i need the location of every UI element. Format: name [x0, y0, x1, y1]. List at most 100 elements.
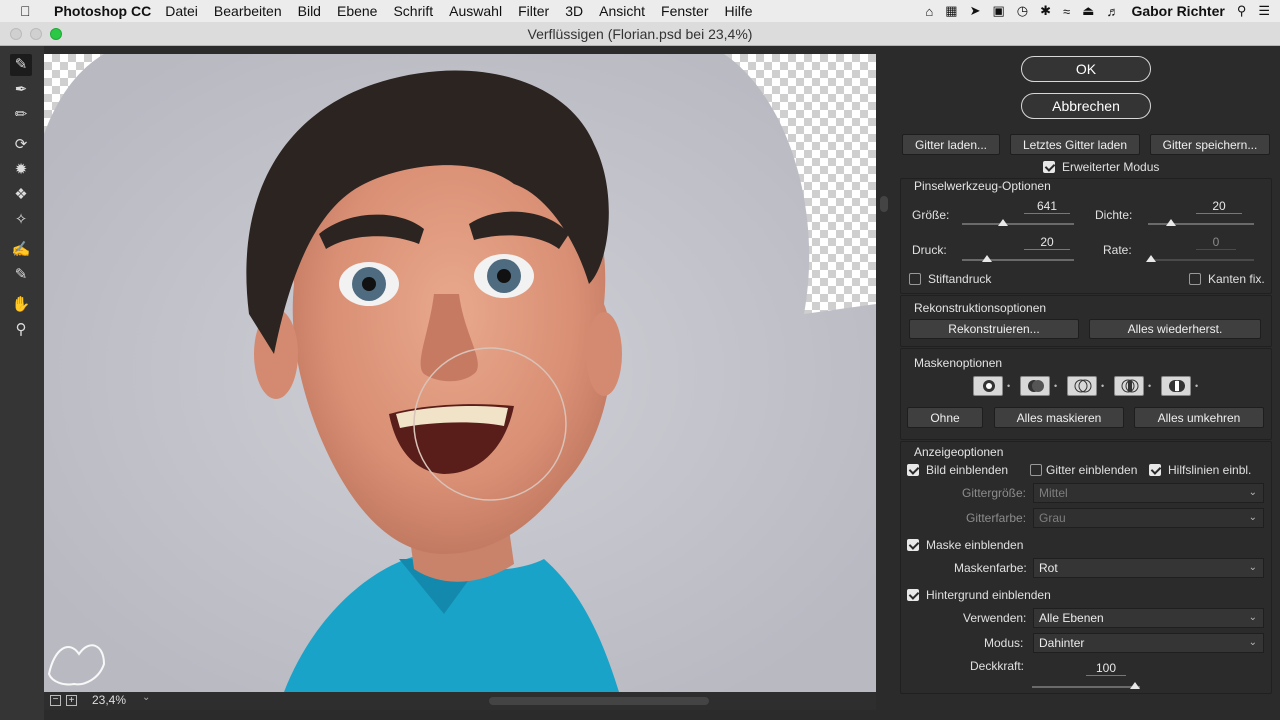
zoom-tool-icon[interactable]: ⚲ [10, 319, 32, 341]
window-close-button[interactable] [10, 28, 22, 40]
density-slider-track[interactable] [1148, 223, 1254, 225]
menu-edit[interactable]: Bearbeiten [214, 3, 282, 19]
size-label: Größe: [912, 208, 950, 222]
spotlight-search-icon[interactable]: ⚲ [1237, 3, 1247, 19]
mask-invert-dropdown-icon[interactable]: • [1195, 381, 1198, 391]
mask-add-button[interactable] [1020, 376, 1050, 396]
rate-value[interactable]: 0 [1196, 235, 1236, 250]
invert-all-button[interactable]: Alles umkehren [1134, 407, 1264, 428]
mask-invert-button[interactable] [1161, 376, 1191, 396]
advanced-mode-checkbox[interactable] [1043, 161, 1055, 173]
bluetooth-icon[interactable]: ✱ [1040, 3, 1051, 19]
grid-icon[interactable]: ▦ [945, 3, 957, 19]
show-mask-checkbox[interactable] [907, 539, 919, 551]
rate-slider-thumb[interactable] [1146, 255, 1156, 262]
reconstruct-tool-icon[interactable]: ✒ [10, 79, 32, 101]
pressure-value[interactable]: 20 [1024, 235, 1070, 250]
menu-window[interactable]: Fenster [661, 3, 708, 19]
wifi-icon[interactable]: ≈ [1063, 4, 1070, 19]
liquify-canvas[interactable] [44, 54, 876, 692]
mesh-color-select[interactable]: Grau ⌄ [1033, 508, 1264, 528]
show-image-checkbox[interactable] [907, 464, 919, 476]
window-minimize-button[interactable] [30, 28, 42, 40]
size-slider-thumb[interactable] [998, 219, 1008, 226]
send-icon[interactable]: ➤ [970, 3, 981, 19]
twirl-tool-icon[interactable]: ⟳ [10, 134, 32, 156]
show-guides-checkbox[interactable] [1149, 464, 1161, 476]
mask-color-select[interactable]: Rot ⌄ [1033, 558, 1264, 578]
mask-add-dropdown-icon[interactable]: • [1054, 381, 1057, 391]
zoom-in-icon[interactable]: + [66, 695, 77, 706]
use-select[interactable]: Alle Ebenen ⌄ [1033, 608, 1264, 628]
menu-image[interactable]: Bild [298, 3, 321, 19]
push-left-tool-icon[interactable]: ✧ [10, 209, 32, 231]
vertical-scrollbar[interactable] [880, 196, 888, 212]
mask-none-button[interactable]: Ohne [907, 407, 983, 428]
menu-filter[interactable]: Filter [518, 3, 549, 19]
mask-subtract-dropdown-icon[interactable]: • [1101, 381, 1104, 391]
pressure-slider-track[interactable] [962, 259, 1074, 261]
window-zoom-button[interactable] [50, 28, 62, 40]
menu-help[interactable]: Hilfe [725, 3, 753, 19]
mask-replace-button[interactable] [973, 376, 1003, 396]
mask-color-label: Maskenfarbe: [954, 561, 1027, 575]
menu-file[interactable]: Datei [165, 3, 198, 19]
user-name[interactable]: Gabor Richter [1131, 3, 1224, 19]
pressure-slider-thumb[interactable] [982, 255, 992, 262]
load-last-mesh-button[interactable]: Letztes Gitter laden [1010, 134, 1140, 155]
restore-all-button[interactable]: Alles wiederherst. [1089, 319, 1261, 339]
size-value[interactable]: 641 [1024, 199, 1070, 214]
mask-subtract-button[interactable] [1067, 376, 1097, 396]
load-mesh-button[interactable]: Gitter laden... [902, 134, 1000, 155]
show-backdrop-checkbox[interactable] [907, 589, 919, 601]
time-machine-icon[interactable]: ◷ [1017, 3, 1028, 19]
thaw-mask-tool-icon[interactable]: ✎ [10, 264, 32, 286]
menu-app-name[interactable]: Photoshop CC [54, 3, 151, 19]
menu-view[interactable]: Ansicht [599, 3, 645, 19]
eject-icon[interactable]: ⏏ [1082, 3, 1094, 19]
hand-tool-icon[interactable]: ✋ [10, 294, 32, 316]
density-slider-thumb[interactable] [1166, 219, 1176, 226]
home-icon[interactable]: ⌂ [925, 4, 933, 19]
monitor-icon[interactable]: ▣ [992, 3, 1004, 19]
canvas-image[interactable] [44, 54, 876, 692]
opacity-slider-thumb[interactable] [1130, 682, 1140, 689]
bloat-tool-icon[interactable]: ❖ [10, 184, 32, 206]
mesh-color-value: Grau [1039, 511, 1066, 525]
pin-edges-checkbox[interactable] [1189, 273, 1201, 285]
mode-select[interactable]: Dahinter ⌄ [1033, 633, 1264, 653]
horizontal-scrollbar[interactable] [489, 697, 709, 705]
rate-label: Rate: [1103, 243, 1132, 257]
freeze-mask-tool-icon[interactable]: ✍ [10, 239, 32, 261]
pucker-tool-icon[interactable]: ✹ [10, 159, 32, 181]
volume-icon[interactable]: ♬ [1106, 4, 1119, 19]
zoom-value[interactable]: 23,4% [92, 693, 126, 707]
smooth-tool-icon[interactable]: ✏ [10, 104, 32, 126]
zoom-out-icon[interactable]: − [50, 695, 61, 706]
menu-type[interactable]: Schrift [393, 3, 433, 19]
menu-layer[interactable]: Ebene [337, 3, 377, 19]
save-mesh-button[interactable]: Gitter speichern... [1150, 134, 1270, 155]
opacity-slider-track[interactable] [1032, 686, 1140, 688]
density-value[interactable]: 20 [1196, 199, 1242, 214]
ok-button[interactable]: OK [1021, 56, 1151, 82]
mask-intersect-dropdown-icon[interactable]: • [1148, 381, 1151, 391]
reconstruct-button[interactable]: Rekonstruieren... [909, 319, 1079, 339]
mask-replace-dropdown-icon[interactable]: • [1007, 381, 1010, 391]
cancel-button[interactable]: Abbrechen [1021, 93, 1151, 119]
stylus-pressure-checkbox[interactable] [909, 273, 921, 285]
zoom-dropdown-chevron-icon[interactable]: ⌄ [142, 692, 150, 703]
apple-icon[interactable]:  [20, 3, 40, 19]
forward-warp-tool-icon[interactable]: ✎ [10, 54, 32, 76]
rate-slider-track[interactable] [1148, 259, 1254, 261]
menu-select[interactable]: Auswahl [449, 3, 502, 19]
mask-all-button[interactable]: Alles maskieren [994, 407, 1124, 428]
show-mesh-checkbox[interactable] [1030, 464, 1042, 476]
mesh-size-select[interactable]: Mittel ⌄ [1033, 483, 1264, 503]
mask-intersect-button[interactable] [1114, 376, 1144, 396]
opacity-value[interactable]: 100 [1086, 661, 1126, 676]
pressure-label: Druck: [912, 243, 947, 257]
menu-3d[interactable]: 3D [565, 3, 583, 19]
size-slider-track[interactable] [962, 223, 1074, 225]
notification-list-icon[interactable]: ☰ [1258, 3, 1270, 19]
